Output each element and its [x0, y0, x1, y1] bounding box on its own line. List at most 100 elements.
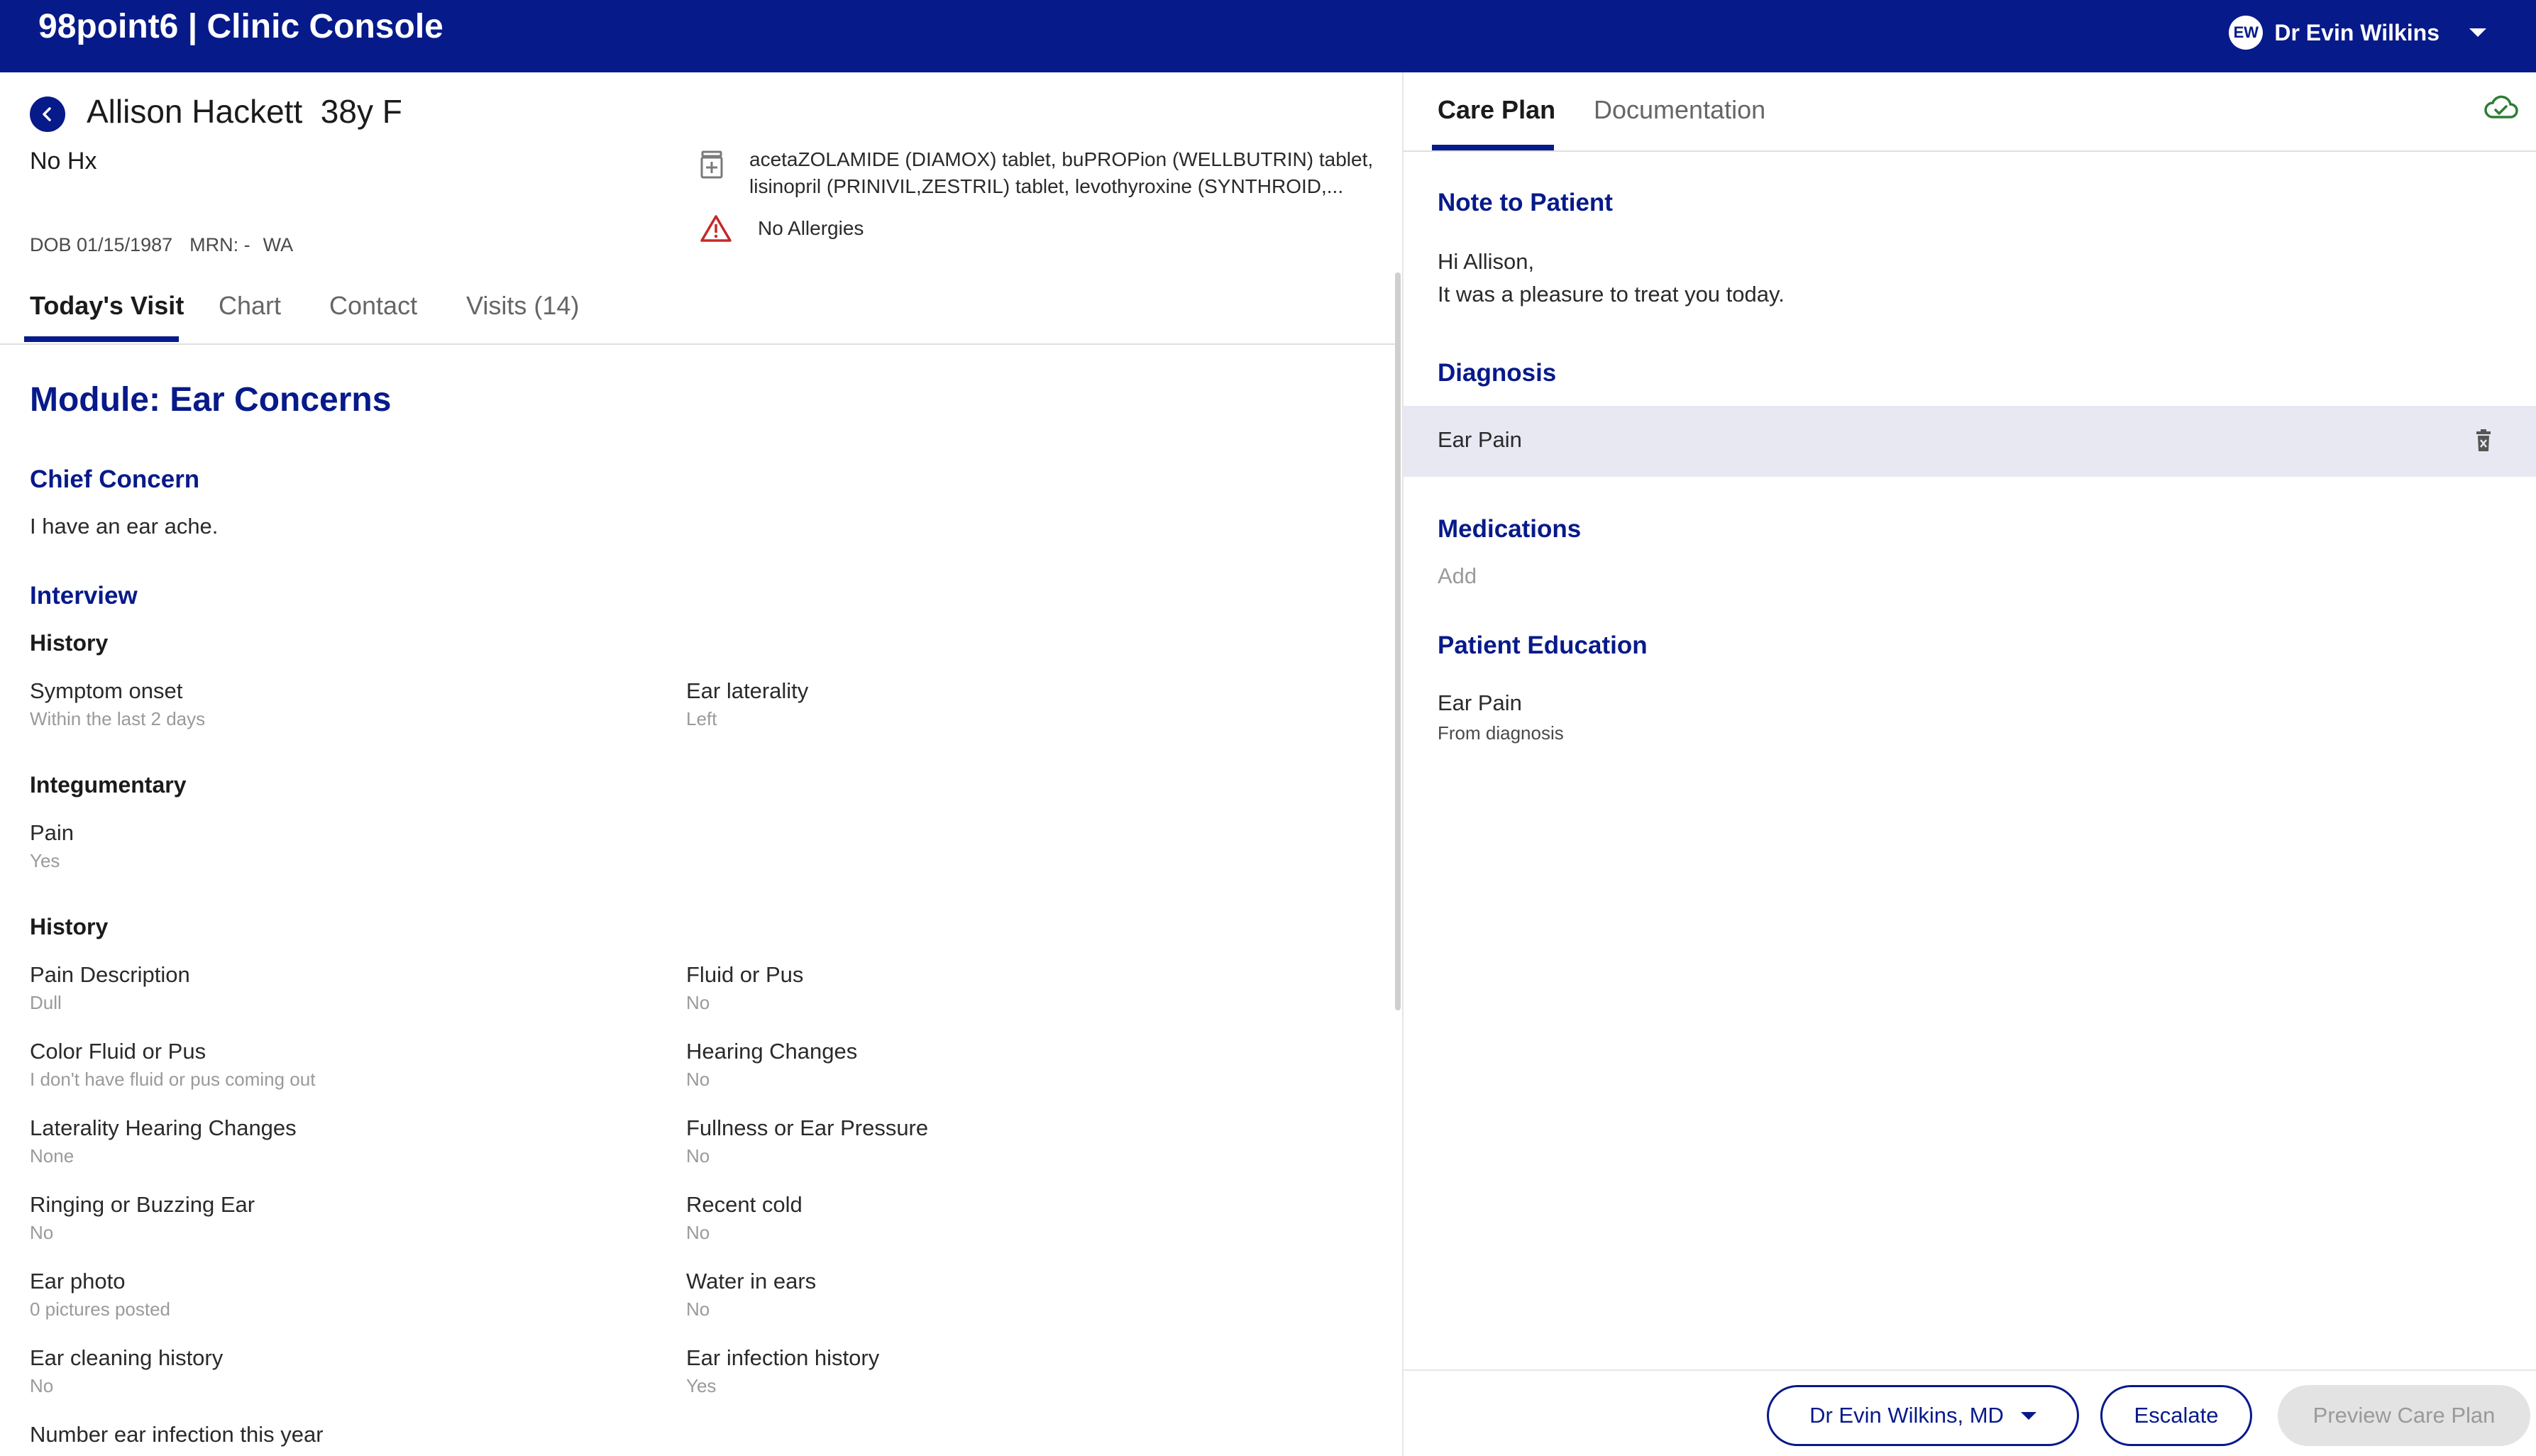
- field-item: Ringing or Buzzing Ear No: [30, 1192, 255, 1244]
- patient-history: No Hx: [30, 148, 97, 175]
- field-item: Fluid or Pus No: [686, 962, 803, 1014]
- field-item: Pain Description Dull: [30, 962, 190, 1014]
- chevron-down-icon: [2469, 28, 2486, 37]
- field-label: Recent cold: [686, 1192, 803, 1217]
- field-item: Water in ears No: [686, 1269, 816, 1320]
- field-label: Ringing or Buzzing Ear: [30, 1192, 255, 1217]
- care-plan-pane: Care Plan Documentation Note to Patient …: [1404, 72, 2536, 1456]
- field-label: Fluid or Pus: [686, 962, 804, 987]
- symptom-onset-field: Symptom onset Within the last 2 days: [30, 678, 205, 730]
- field-item: Ear infection history Yes: [686, 1345, 879, 1397]
- doctor-select-label: Dr Evin Wilkins, MD: [1809, 1403, 2004, 1428]
- note-line: Hi Allison,: [1438, 249, 1535, 274]
- patient-education-heading: Patient Education: [1438, 632, 1648, 659]
- field-label: Color Fluid or Pus: [30, 1039, 206, 1064]
- tab-contact[interactable]: Contact: [329, 291, 417, 321]
- field-value: No: [30, 1222, 54, 1243]
- patient-dob: DOB 01/15/1987: [30, 234, 173, 255]
- patient-pane: Allison Hackett 38y F No Hx DOB 01/15/19…: [0, 72, 1401, 1456]
- module-title: Module: Ear Concerns: [30, 381, 392, 419]
- tab-chart[interactable]: Chart: [219, 291, 281, 321]
- integumentary-heading: Integumentary: [30, 772, 187, 798]
- field-value: No: [686, 1145, 710, 1167]
- field-label: Pain Description: [30, 962, 190, 987]
- field-value: No: [686, 1222, 710, 1243]
- field-value: Yes: [686, 1375, 717, 1396]
- active-tab-indicator: [24, 336, 179, 342]
- history-heading: History: [30, 914, 109, 939]
- warning-icon: [700, 215, 732, 242]
- field-label: Symptom onset: [30, 678, 183, 703]
- field-label: Ear photo: [30, 1269, 126, 1294]
- field-value: Left: [686, 708, 717, 729]
- field-item: Ear photo 0 pictures posted: [30, 1269, 170, 1320]
- field-item: Fullness or Ear Pressure No: [686, 1115, 928, 1167]
- diagnosis-row: Ear Pain: [1404, 406, 2536, 477]
- top-bar: 98point6 | Clinic Console EW Dr Evin Wil…: [0, 0, 2536, 72]
- tab-visits[interactable]: Visits (14): [466, 291, 579, 321]
- field-label: Fullness or Ear Pressure: [686, 1115, 929, 1140]
- field-label: Number ear infection this year: [30, 1422, 324, 1447]
- care-plan-tabs: Care Plan Documentation: [1404, 72, 2536, 152]
- cloud-saved-icon: [2484, 95, 2518, 118]
- doctor-select-button[interactable]: Dr Evin Wilkins, MD: [1767, 1385, 2079, 1446]
- pill-bottle-icon: [700, 150, 723, 179]
- patient-demographics: DOB 01/15/1987 MRN: - WA: [30, 234, 293, 256]
- care-plan-footer: Dr Evin Wilkins, MD Escalate Preview Car…: [1404, 1369, 2536, 1456]
- diagnosis-heading: Diagnosis: [1438, 359, 1557, 387]
- field-item: Number ear infection this year: [30, 1422, 324, 1447]
- field-value: Yes: [30, 850, 60, 871]
- avatar: EW: [2229, 16, 2264, 50]
- pain-field: Pain Yes: [30, 820, 74, 872]
- note-to-patient-heading: Note to Patient: [1438, 189, 1613, 216]
- education-item: Ear Pain: [1438, 690, 1522, 715]
- field-label: Ear cleaning history: [30, 1345, 224, 1370]
- field-value: I don't have fluid or pus coming out: [30, 1069, 316, 1090]
- field-value: No: [686, 1069, 710, 1090]
- medications-heading: Medications: [1438, 515, 1582, 543]
- back-button[interactable]: [30, 96, 65, 132]
- tab-documentation[interactable]: Documentation: [1594, 95, 1765, 125]
- patient-tabs: Today's Visit Chart Contact Visits (14): [0, 278, 1401, 345]
- medication-list: acetaZOLAMIDE (DIAMOX) tablet, buPROPion…: [749, 148, 1374, 197]
- field-item: Laterality Hearing Changes None: [30, 1115, 297, 1167]
- chevron-left-icon: [43, 107, 51, 121]
- user-menu[interactable]: EW Dr Evin Wilkins: [2229, 16, 2486, 50]
- field-item: Ear cleaning history No: [30, 1345, 223, 1397]
- education-source: From diagnosis: [1438, 722, 1564, 744]
- chevron-down-icon: [2020, 1411, 2036, 1420]
- note-to-patient-text[interactable]: Hi Allison, It was a pleasure to treat y…: [1438, 246, 1785, 311]
- allergy-summary: No Allergies: [700, 214, 864, 243]
- field-item: Hearing Changes No: [686, 1039, 857, 1091]
- allergy-text: No Allergies: [758, 217, 864, 239]
- trash-icon[interactable]: [2474, 429, 2493, 453]
- diagnosis-label: Ear Pain: [1438, 427, 1522, 452]
- ear-laterality-field: Ear laterality Left: [686, 678, 808, 730]
- preview-care-plan-button[interactable]: Preview Care Plan: [2278, 1385, 2530, 1446]
- patient-name: Allison Hackett 38y F: [87, 93, 402, 130]
- escalate-button[interactable]: Escalate: [2100, 1385, 2252, 1446]
- chief-concern-heading: Chief Concern: [30, 465, 200, 493]
- chief-concern-text: I have an ear ache.: [30, 514, 219, 539]
- interview-heading: Interview: [30, 582, 138, 610]
- field-label: Laterality Hearing Changes: [30, 1115, 297, 1140]
- field-value: Within the last 2 days: [30, 708, 206, 729]
- field-value: No: [30, 1375, 54, 1396]
- field-label: Pain: [30, 820, 75, 845]
- patient-state: WA: [263, 234, 294, 255]
- field-value: No: [686, 992, 710, 1013]
- tab-todays-visit[interactable]: Today's Visit: [30, 291, 184, 321]
- field-value: None: [30, 1145, 75, 1167]
- field-item: Recent cold No: [686, 1192, 803, 1244]
- active-tab-indicator: [1432, 145, 1554, 150]
- field-label: Ear laterality: [686, 678, 809, 703]
- field-label: Ear infection history: [686, 1345, 880, 1370]
- field-label: Water in ears: [686, 1269, 817, 1294]
- patient-mrn: MRN: -: [189, 234, 250, 255]
- medication-summary[interactable]: acetaZOLAMIDE (DIAMOX) tablet, buPROPion…: [700, 146, 1401, 200]
- field-item: Color Fluid or Pus I don't have fluid or…: [30, 1039, 315, 1091]
- add-medication-link[interactable]: Add: [1438, 563, 1477, 589]
- scrollbar-thumb[interactable]: [1395, 272, 1401, 1010]
- field-value: Dull: [30, 992, 62, 1013]
- tab-care-plan[interactable]: Care Plan: [1438, 95, 1555, 125]
